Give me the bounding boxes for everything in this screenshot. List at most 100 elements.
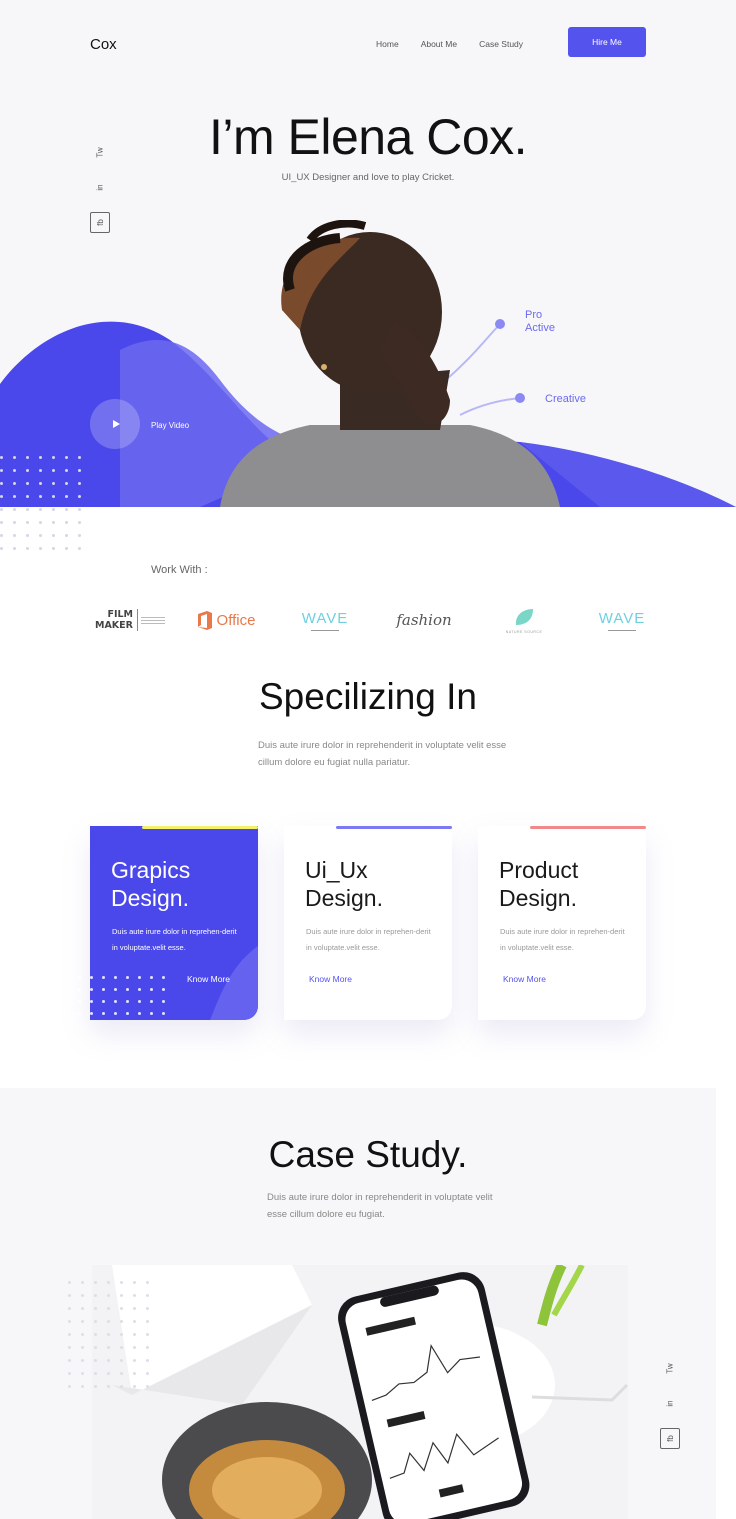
dot bbox=[150, 1000, 153, 1003]
dot bbox=[162, 1012, 165, 1015]
know-more-link[interactable]: Know More bbox=[309, 974, 352, 984]
dot bbox=[102, 1012, 105, 1015]
dot bbox=[26, 534, 29, 537]
dot bbox=[133, 1359, 136, 1362]
dot bbox=[39, 547, 42, 550]
dot bbox=[120, 1307, 123, 1310]
dot bbox=[120, 1359, 123, 1362]
social-links-bottom: Tw in fb bbox=[660, 1363, 680, 1449]
hire-me-button[interactable]: Hire Me bbox=[568, 27, 646, 57]
dot bbox=[107, 1385, 110, 1388]
play-video-button[interactable] bbox=[90, 399, 140, 449]
twitter-link[interactable]: Tw bbox=[95, 147, 104, 157]
dot bbox=[81, 1385, 84, 1388]
brand-nature-label: NATURE SOURCE bbox=[505, 629, 543, 634]
linkedin-link[interactable]: in bbox=[665, 1400, 674, 1406]
dot bbox=[78, 976, 81, 979]
know-more-link[interactable]: Know More bbox=[187, 974, 230, 984]
dot bbox=[65, 521, 68, 524]
dot bbox=[133, 1320, 136, 1323]
brand-fashion-label: fashion bbox=[396, 611, 452, 629]
dot-pattern-case bbox=[68, 1281, 149, 1388]
linkedin-link[interactable]: in bbox=[95, 184, 104, 190]
case-study-title: Case Study. bbox=[268, 1134, 468, 1175]
dot bbox=[146, 1307, 149, 1310]
dot bbox=[65, 534, 68, 537]
dot bbox=[13, 547, 16, 550]
dot bbox=[13, 469, 16, 472]
dot bbox=[78, 495, 81, 498]
dot bbox=[146, 1294, 149, 1297]
dot bbox=[133, 1307, 136, 1310]
dot bbox=[90, 1012, 93, 1015]
dot bbox=[133, 1385, 136, 1388]
brand-wave-logo-2: WAVE bbox=[597, 600, 647, 640]
dot bbox=[0, 534, 3, 537]
dot bbox=[102, 988, 105, 991]
facebook-link[interactable]: fb bbox=[90, 212, 110, 233]
card-description: Duis aute irure dolor in reprehen-derit … bbox=[306, 927, 431, 952]
dot bbox=[78, 1012, 81, 1015]
dot bbox=[81, 1281, 84, 1284]
work-with-label: Work With : bbox=[151, 564, 208, 576]
dot bbox=[78, 469, 81, 472]
dot bbox=[81, 1346, 84, 1349]
card-accent-line bbox=[142, 826, 258, 829]
dot bbox=[26, 469, 29, 472]
dot bbox=[68, 1294, 71, 1297]
dot bbox=[0, 456, 3, 459]
site-logo[interactable]: Cox bbox=[90, 36, 117, 53]
dot bbox=[78, 534, 81, 537]
dot bbox=[146, 1333, 149, 1336]
dot bbox=[90, 1000, 93, 1003]
play-video-label[interactable]: Play Video bbox=[151, 421, 189, 430]
hero-title: I’m Elena Cox. bbox=[208, 109, 528, 165]
dot bbox=[107, 1346, 110, 1349]
dot bbox=[146, 1372, 149, 1375]
dot bbox=[78, 1000, 81, 1003]
play-icon bbox=[112, 420, 120, 428]
dot bbox=[0, 547, 3, 550]
facebook-link[interactable]: fb bbox=[660, 1428, 680, 1449]
dot bbox=[78, 521, 81, 524]
service-card-product[interactable]: Product Design. Duis aute irure dolor in… bbox=[478, 826, 646, 1020]
dot bbox=[52, 547, 55, 550]
dot bbox=[0, 508, 3, 511]
leaf-icon bbox=[515, 608, 533, 625]
top-nav: Home About Me Case Study bbox=[376, 39, 523, 49]
know-more-link[interactable]: Know More bbox=[503, 974, 546, 984]
dot bbox=[81, 1333, 84, 1336]
office-icon bbox=[197, 610, 212, 630]
service-card-uiux[interactable]: Ui_Ux Design. Duis aute irure dolor in r… bbox=[284, 826, 452, 1020]
brand-nature-logo: NATURE SOURCE bbox=[504, 600, 544, 640]
dot bbox=[126, 988, 129, 991]
dot bbox=[52, 508, 55, 511]
dot bbox=[138, 988, 141, 991]
nav-about-me[interactable]: About Me bbox=[421, 39, 457, 49]
nav-home[interactable]: Home bbox=[376, 39, 399, 49]
dot bbox=[26, 521, 29, 524]
dot bbox=[150, 988, 153, 991]
dot bbox=[65, 508, 68, 511]
dot bbox=[81, 1372, 84, 1375]
dot bbox=[26, 508, 29, 511]
twitter-link[interactable]: Tw bbox=[665, 1363, 674, 1373]
dot bbox=[107, 1294, 110, 1297]
dot bbox=[68, 1307, 71, 1310]
dot bbox=[126, 976, 129, 979]
nav-case-study[interactable]: Case Study bbox=[479, 39, 523, 49]
dot bbox=[133, 1346, 136, 1349]
dot bbox=[65, 456, 68, 459]
brand-wave-label-2: WAVE bbox=[598, 609, 646, 627]
dot bbox=[52, 482, 55, 485]
dot bbox=[94, 1281, 97, 1284]
card-description: Duis aute irure dolor in reprehen-derit … bbox=[500, 927, 625, 952]
dot-pattern bbox=[0, 456, 81, 550]
dot bbox=[68, 1372, 71, 1375]
dot bbox=[78, 456, 81, 459]
facebook-icon: fb bbox=[665, 1435, 675, 1442]
dot bbox=[114, 1012, 117, 1015]
dot bbox=[13, 482, 16, 485]
dot bbox=[102, 976, 105, 979]
dot bbox=[126, 1012, 129, 1015]
